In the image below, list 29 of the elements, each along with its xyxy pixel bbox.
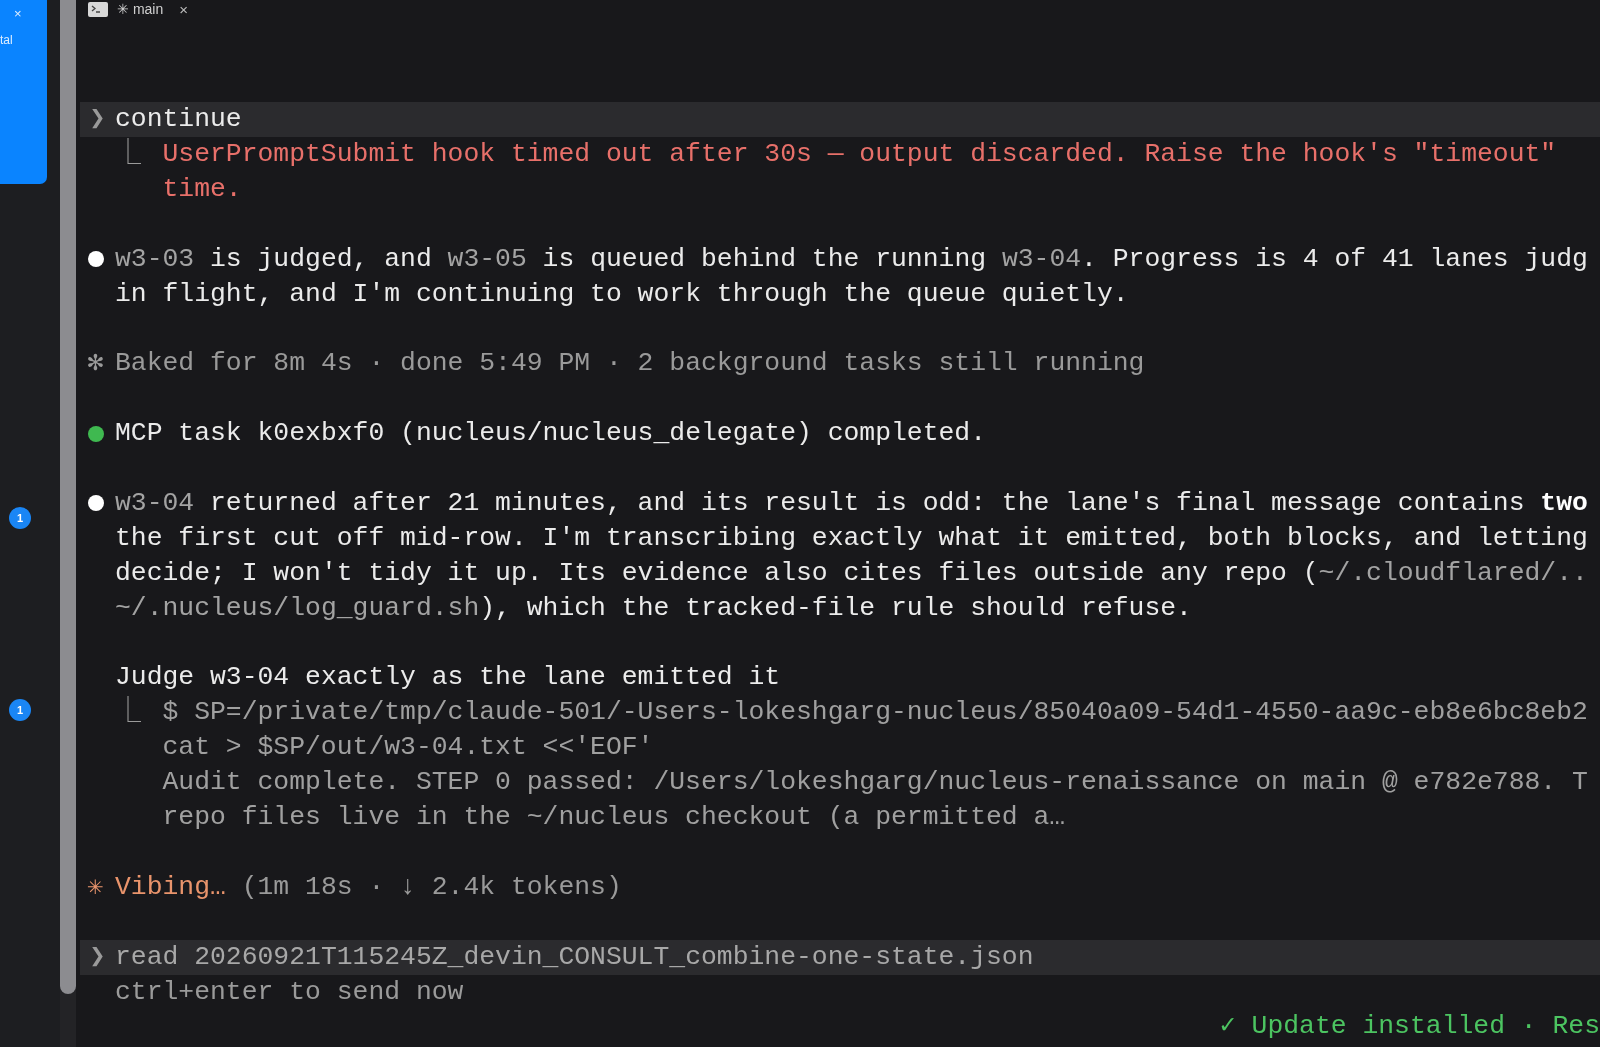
status-text: Baked for 8m 4s · done 5:49 PM · 2 background tasks still running — [115, 347, 1145, 381]
input-field[interactable]: ❯ read 20260921T115245Z_devin_CONSULT_combine-one-state.json — [80, 939, 1600, 975]
tab[interactable]: ✳ main — [88, 1, 164, 17]
asterisk-glyph: ✻ — [86, 347, 105, 381]
prompt-chevron: ❯ — [88, 103, 107, 136]
assistant-message: w3-04 returned after 21 minutes, and its result is odd: the lane's final message contains two the first cut off mid-row. I'm transcribing exactly what it emitted, both blocks, and letting decide; I won't tidy it up. Its evidence also cites files outside any repo (~/.cloudflared/.. ~/.nucleus/log_guard.sh), which the tracked-file rule should refuse. — [115, 486, 1588, 625]
tool-call-title: Judge w3-04 exactly as the lane emitted it — [115, 661, 781, 695]
hint-text: ctrl+enter to send now — [115, 975, 464, 1009]
connector-glyph: ⎿ — [115, 137, 142, 171]
assistant-message: MCP task k0exbxf0 (nucleus/nucleus_delegate) completed. — [115, 417, 987, 451]
terminal-icon — [88, 1, 108, 17]
close-button[interactable]: × — [14, 6, 22, 21]
close-button[interactable]: × — [179, 0, 188, 18]
card-label: tal — [0, 33, 13, 47]
tab-label: ✳ main — [117, 1, 164, 17]
notification-card[interactable]: × tal — [0, 0, 47, 184]
command-output: $ SP=/private/tmp/claude-501/-Users-lokeshgarg-nucleus/85040a09-54d1-4550-aa9c-eb8e6bc8eb2 cat > $SP/out/w3-04.txt <<'EOF' Audit complete. STEP 0 passed: /Users/lokeshgarg/nucleus-renaissance on main @ e782e788. T repo files live in the ~/nucleus checkout (a permitted a… — [162, 696, 1588, 835]
prompt-text: continue — [115, 103, 242, 136]
assistant-message: w3-03 is judged, and w3-05 is queued behind the running w3-04. Progress is 4 of 41 lanes judg in flight, and I'm continuing to work through the queue quietly. — [115, 242, 1588, 311]
count-badge: 1 — [9, 507, 31, 529]
scrollbar-thumb[interactable] — [60, 0, 76, 994]
prompt-chevron: ❯ — [88, 940, 107, 974]
spinner-glyph: ✳ — [86, 870, 105, 904]
spinner-detail: (1m 18s · ↓ 2.4k tokens) — [240, 871, 622, 902]
count-badge: 1 — [9, 699, 31, 721]
connector-glyph: ⎿ — [115, 695, 142, 730]
spinner-verb: Vibing… — [115, 871, 226, 902]
hook-error-message: UserPromptSubmit hook timed out after 30s — output discarded. Raise the hook's "timeout" time. — [162, 137, 1557, 206]
update-notice: ✓ Update installed · Res — [1219, 1010, 1600, 1044]
